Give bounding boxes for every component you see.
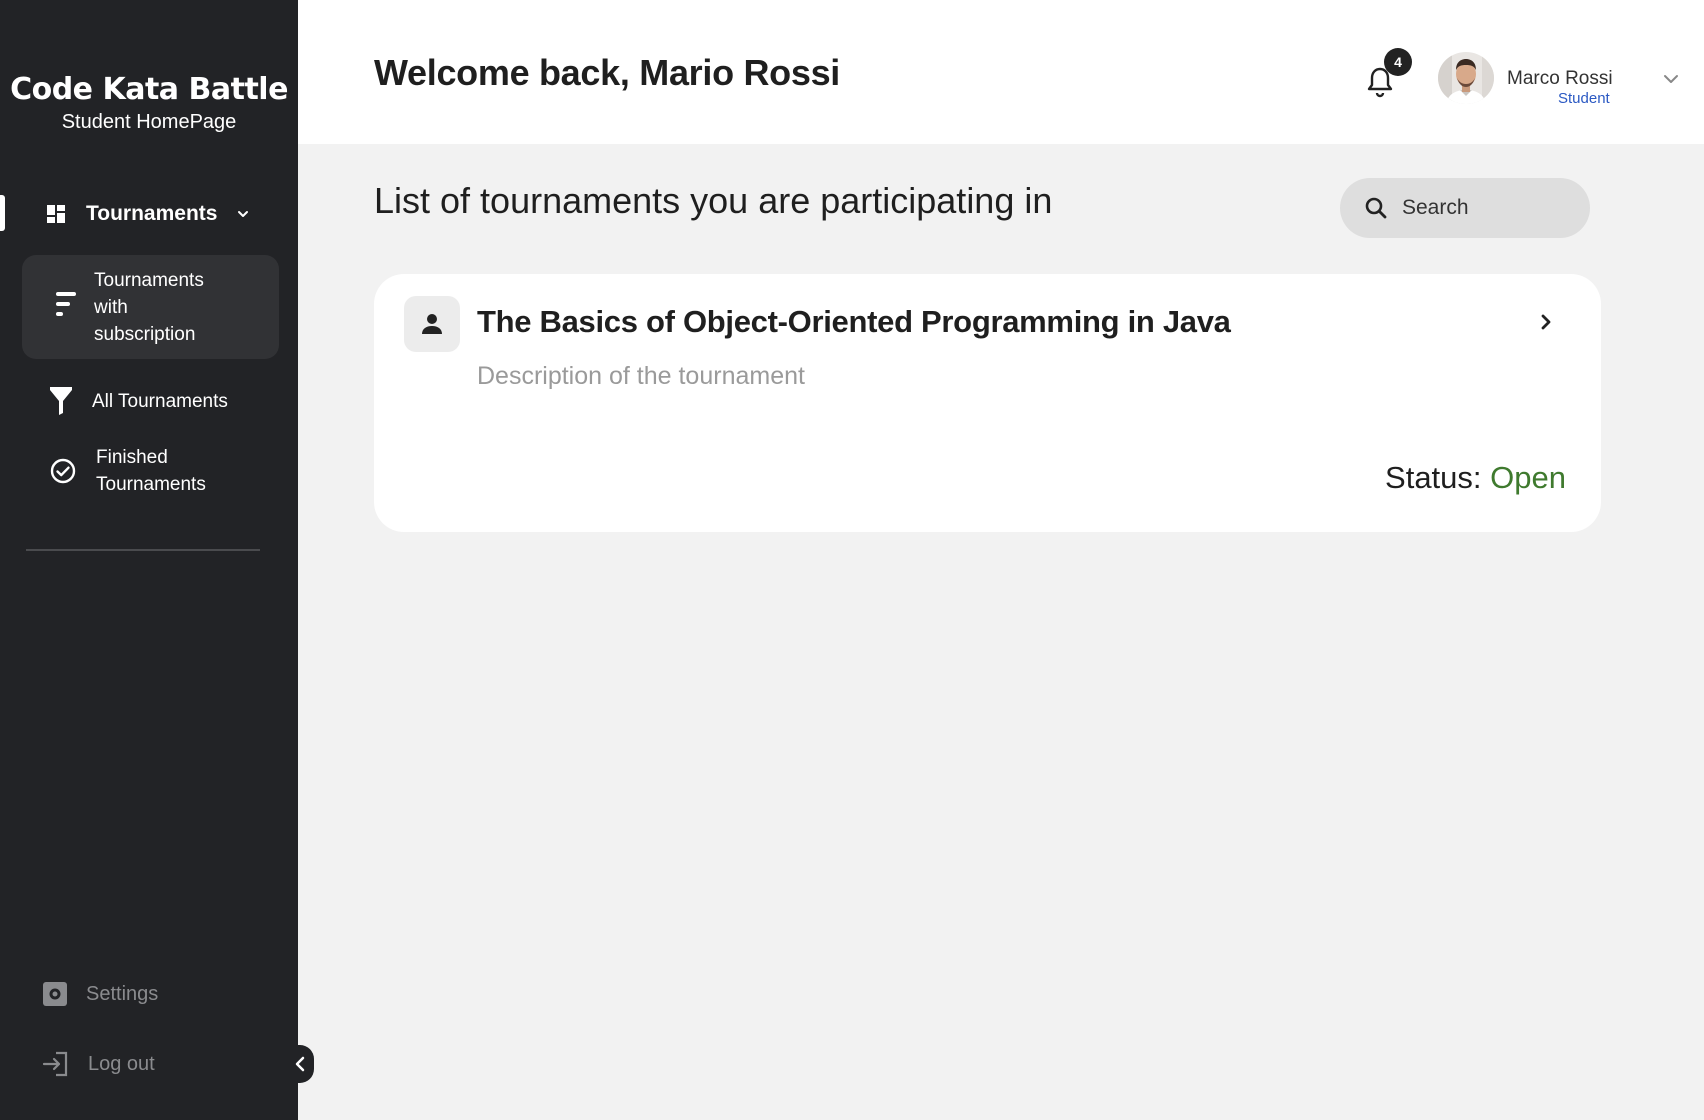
tournament-status: Status: Open [1385, 460, 1566, 496]
top-header: Welcome back, Mario Rossi 4 Marco Rossi … [298, 0, 1704, 144]
sidebar-item-tournaments-with-subscription[interactable]: Tournaments with subscription [22, 255, 279, 359]
nav-tournaments-label: Tournaments [86, 202, 218, 225]
sidebar-item-all-tournaments[interactable]: All Tournaments [50, 387, 228, 415]
chevron-left-icon [295, 1056, 305, 1072]
user-name: Marco Rossi [1507, 68, 1613, 89]
nav-active-indicator [0, 195, 5, 231]
welcome-title: Welcome back, Mario Rossi [374, 52, 841, 93]
sidebar-item-label: Finished Tournaments [96, 447, 206, 495]
logout-icon [42, 1051, 68, 1077]
logout-button[interactable]: Log out [42, 1051, 155, 1077]
status-label: Status: [1385, 460, 1482, 495]
settings-label: Settings [86, 982, 159, 1005]
tournament-title: The Basics of Object-Oriented Programmin… [477, 304, 1231, 339]
brand-title: Code Kata Battle [10, 72, 288, 107]
notification-badge: 4 [1384, 48, 1412, 76]
check-circle-icon [50, 458, 76, 484]
chevron-right-icon[interactable] [1538, 312, 1554, 332]
tournament-description: Description of the tournament [477, 362, 805, 390]
brand-subtitle: Student HomePage [61, 111, 237, 133]
sidebar-item-label: Tournaments with subscription [94, 269, 204, 345]
brand: Code Kata Battle Student HomePage [0, 72, 298, 134]
sidebar-item-label: All Tournaments [92, 390, 228, 412]
chevron-down-icon[interactable] [1662, 72, 1680, 86]
search-input[interactable]: Search [1340, 178, 1590, 238]
dashboard-icon [47, 205, 65, 223]
tournament-avatar [404, 296, 460, 352]
status-value: Open [1490, 460, 1566, 495]
sidebar-divider [26, 549, 260, 551]
tournament-card[interactable]: The Basics of Object-Oriented Programmin… [374, 274, 1601, 532]
funnel-icon [50, 387, 72, 415]
settings-gear-icon [43, 982, 67, 1006]
search-placeholder: Search [1402, 196, 1469, 219]
avatar[interactable] [1438, 52, 1494, 104]
collapse-sidebar-button[interactable] [286, 1045, 314, 1083]
logout-label: Log out [88, 1052, 155, 1075]
user-role: Student [1558, 90, 1610, 107]
user-photo-icon [1438, 52, 1494, 104]
sidebar-item-finished-tournaments[interactable]: Finished Tournaments [50, 444, 226, 498]
list-title: List of tournaments you are participatin… [374, 180, 1053, 221]
settings-button[interactable]: Settings [42, 981, 158, 1007]
nav-tournaments[interactable]: Tournaments [44, 196, 264, 232]
sidebar: Code Kata Battle Student HomePage Tourna… [0, 0, 298, 1120]
person-icon [422, 314, 442, 334]
chevron-down-icon[interactable] [235, 206, 251, 222]
filter-list-icon [56, 292, 76, 316]
search-icon [1365, 197, 1387, 219]
